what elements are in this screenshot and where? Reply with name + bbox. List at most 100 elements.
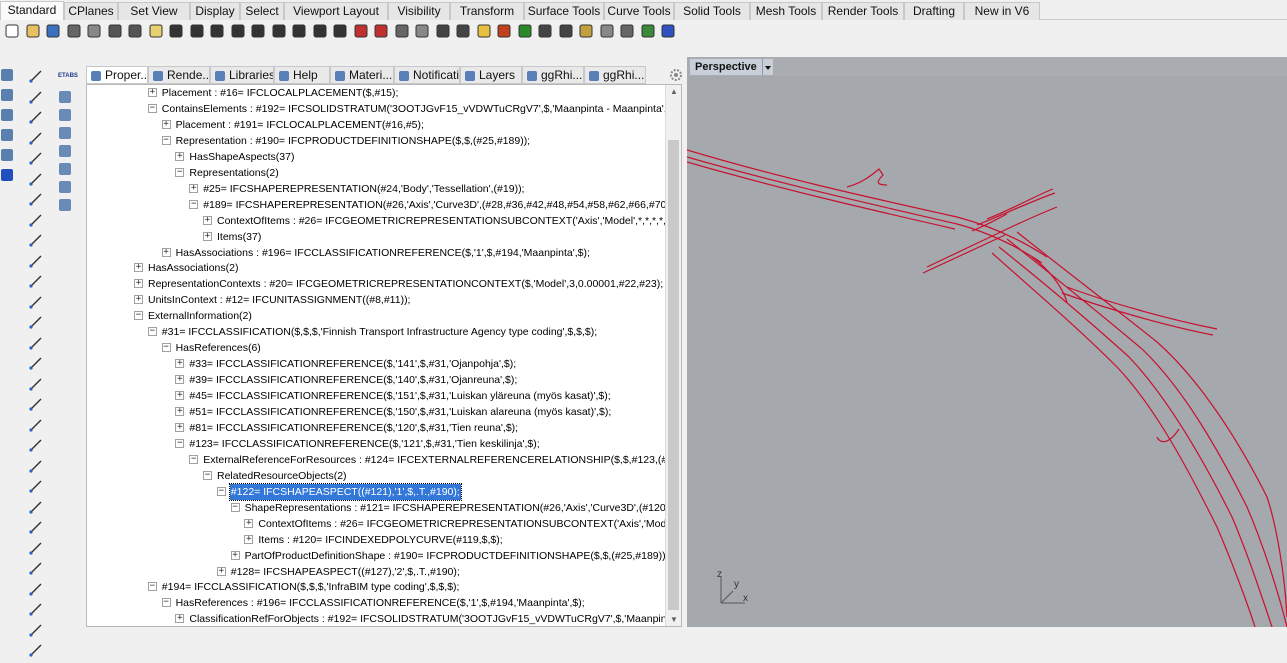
ribbon-tab-new-in-v6[interactable]: New in V6 (964, 2, 1040, 20)
line-tool-icon[interactable] (0, 128, 16, 144)
trim-tool-icon[interactable] (28, 642, 44, 658)
expand-toggle-icon[interactable]: + (134, 263, 143, 273)
render-preview-icon[interactable] (58, 180, 74, 196)
scroll-down-arrow-icon[interactable]: ▼ (670, 615, 678, 624)
ribbon-tab-mesh-tools[interactable]: Mesh Tools (750, 2, 822, 20)
tree-node[interactable]: + #128= IFCSHAPEASPECT((#127),'2',$,.T.,#… (216, 564, 461, 580)
copy-icon[interactable] (127, 23, 143, 39)
select-tool-icon[interactable] (28, 68, 44, 84)
curve-icon[interactable] (0, 88, 16, 104)
pan-view-icon[interactable] (619, 23, 635, 39)
import-icon[interactable] (86, 23, 102, 39)
ribbon-tab-drafting[interactable]: Drafting (904, 2, 964, 20)
rendered-icon[interactable] (517, 23, 533, 39)
collapse-toggle-icon[interactable]: − (161, 598, 171, 608)
tree-node[interactable]: + ContextOfItems : #26= IFCGEOMETRICREPRE… (244, 516, 681, 532)
tree-node[interactable]: + #81= IFCCLASSIFICATIONREFERENCE($,'120'… (175, 420, 519, 436)
ribbon-tab-display[interactable]: Display (190, 2, 240, 20)
tree-node[interactable]: + #33= IFCCLASSIFICATIONREFERENCE($,'141'… (175, 356, 517, 372)
panel-tab-rendering[interactable]: Rende... (148, 66, 210, 84)
tree-node[interactable]: − ExternalInformation(2) (134, 308, 253, 324)
expand-toggle-icon[interactable]: + (189, 183, 199, 193)
curve-tool-icon[interactable] (28, 130, 44, 146)
expand-toggle-icon[interactable]: + (216, 566, 226, 576)
ifc-tree-view[interactable]: + Placement : #16= IFCLOCALPLACEMENT($,#1… (86, 84, 682, 627)
material-icon[interactable] (558, 23, 574, 39)
globe-icon[interactable] (640, 23, 656, 39)
tree-node[interactable]: + ClassificationRefForObjects : #192= IFC… (175, 611, 681, 626)
cut-icon[interactable] (107, 23, 123, 39)
tree-node[interactable]: − HasReferences : #196= IFCCLASSIFICATION… (161, 595, 586, 611)
expand-toggle-icon[interactable]: + (175, 407, 185, 416)
ribbon-tab-transform[interactable]: Transform (450, 2, 524, 20)
tree-node[interactable]: − #194= IFCCLASSIFICATION($,$,$,'InfraBIM… (147, 579, 461, 595)
transform-tool-icon[interactable] (28, 417, 44, 433)
help-icon[interactable] (0, 168, 16, 184)
tree-node[interactable]: + RepresentationContexts : #20= IFCGEOMET… (134, 276, 664, 292)
panel-tab-grasshopper[interactable]: ggRhi... (584, 66, 646, 84)
help-icon[interactable] (660, 23, 676, 39)
group-tool-icon[interactable] (28, 499, 44, 515)
ribbon-tab-visibility[interactable]: Visibility (388, 2, 450, 20)
object-properties-icon[interactable] (373, 23, 389, 39)
open-file-icon[interactable] (25, 23, 41, 39)
view-capture-icon[interactable] (58, 126, 74, 142)
redo-icon[interactable] (189, 23, 205, 39)
shading-icon[interactable] (58, 144, 74, 160)
scroll-up-arrow-icon[interactable]: ▲ (670, 87, 678, 96)
scrollbar-thumb[interactable] (668, 140, 679, 610)
collapse-toggle-icon[interactable]: − (189, 454, 199, 464)
tree-node[interactable]: − ShapeRepresentations : #121= IFCSHAPERE… (230, 500, 677, 516)
show-icon[interactable] (414, 23, 430, 39)
ribbon-tab-curve-tools[interactable]: Curve Tools (604, 2, 674, 20)
ribbon-tab-standard[interactable]: Standard (0, 1, 64, 21)
text-tool-icon[interactable] (28, 458, 44, 474)
collapse-toggle-icon[interactable]: − (175, 438, 185, 448)
tree-node[interactable]: + #25= IFCSHAPEREPRESENTATION(#24,'Body',… (189, 181, 525, 197)
select-icon[interactable] (209, 23, 225, 39)
tree-node[interactable]: − Representations(2) (175, 165, 279, 181)
print-icon[interactable] (66, 23, 82, 39)
ribbon-tab-viewport-layout[interactable]: Viewport Layout (284, 2, 388, 20)
expand-toggle-icon[interactable]: + (230, 550, 240, 560)
tree-node[interactable]: + #45= IFCCLASSIFICATIONREFERENCE($,'151'… (175, 388, 611, 404)
expand-toggle-icon[interactable]: + (244, 518, 254, 528)
shade-icon[interactable] (496, 23, 512, 39)
car-icon[interactable] (353, 23, 369, 39)
box-tool-icon[interactable] (28, 294, 44, 310)
collapse-toggle-icon[interactable]: − (147, 103, 157, 113)
point-tool-icon[interactable] (28, 89, 44, 105)
fillet-tool-icon[interactable] (28, 253, 44, 269)
network-icon[interactable] (58, 198, 74, 214)
cage-tool-icon[interactable] (28, 581, 44, 597)
sphere-render-icon[interactable] (537, 23, 553, 39)
panel-tab-layers[interactable]: Layers (460, 66, 522, 84)
lock-icon[interactable] (435, 23, 451, 39)
expand-toggle-icon[interactable]: + (147, 88, 157, 97)
expand-toggle-icon[interactable]: + (175, 391, 185, 401)
expand-toggle-icon[interactable]: + (175, 422, 185, 432)
tree-node[interactable]: + HasAssociations(2) (134, 260, 239, 276)
dimension-tool-icon[interactable] (28, 437, 44, 453)
tree-vertical-scrollbar[interactable]: ▲ ▼ (665, 85, 681, 626)
navigate-icon[interactable] (58, 162, 74, 178)
zoom-extents-icon[interactable] (291, 23, 307, 39)
collapse-toggle-icon[interactable]: − (147, 327, 157, 337)
panel-settings-gear-icon[interactable] (669, 68, 683, 82)
tree-node[interactable]: + UnitsInContext : #12= IFCUNITASSIGNMENT… (134, 292, 411, 308)
tree-node[interactable]: − ExternalReferenceForResources : #124= I… (189, 452, 681, 468)
ribbon-tab-surface-tools[interactable]: Surface Tools (524, 2, 604, 20)
tree-node[interactable]: + Placement : #191= IFCLOCALPLACEMENT(#16… (161, 117, 425, 133)
tree-node[interactable]: − #189= IFCSHAPEREPRESENTATION(#26,'Axis'… (189, 197, 681, 213)
collapse-toggle-icon[interactable]: − (216, 486, 226, 496)
options-icon[interactable] (599, 23, 615, 39)
collapse-toggle-icon[interactable]: − (134, 311, 143, 321)
expand-toggle-icon[interactable]: + (175, 359, 185, 369)
collapse-toggle-icon[interactable]: − (147, 582, 157, 592)
gumball-tool-icon[interactable] (28, 560, 44, 576)
panel-tab-libraries[interactable]: Libraries (210, 66, 274, 84)
light-icon[interactable] (476, 23, 492, 39)
polyline-tool-icon[interactable] (28, 109, 44, 125)
collapse-toggle-icon[interactable]: − (203, 470, 212, 480)
expand-toggle-icon[interactable]: + (134, 295, 143, 305)
